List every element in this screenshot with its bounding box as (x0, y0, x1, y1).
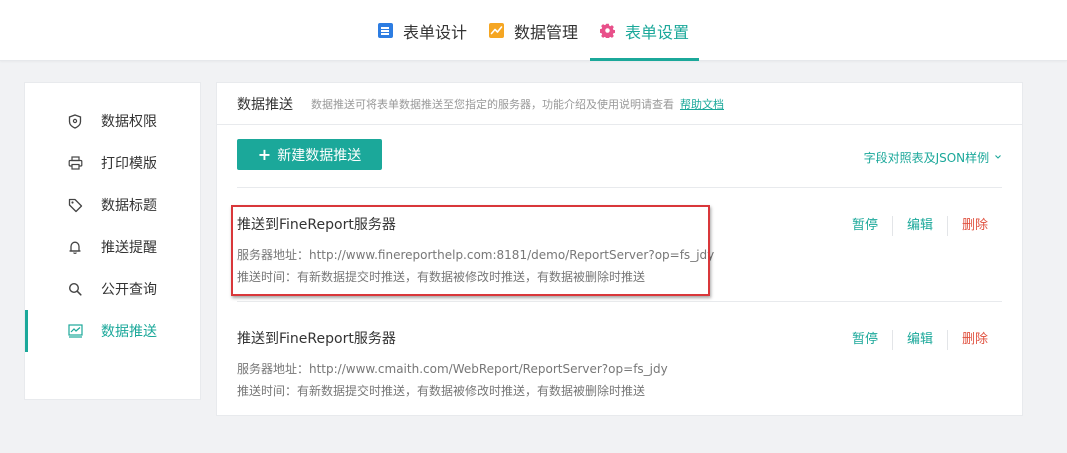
shield-icon (67, 113, 83, 129)
push-item-actions: 暂停 编辑 删除 (838, 216, 988, 236)
tab-form-settings[interactable]: 表单设置 (590, 0, 700, 61)
panel-title: 数据推送 (237, 96, 293, 113)
push-item-time: 推送时间：有新数据提交时推送，有数据被修改时推送，有数据被删除时推送 (237, 384, 646, 398)
divider (237, 187, 1002, 188)
printer-icon (67, 155, 83, 171)
field-mapping-json-sample-link[interactable]: 字段对照表及JSON样例 (864, 149, 1002, 166)
sidebar-item-data-push[interactable]: 数据推送 (25, 310, 200, 352)
tab-label: 表单设计 (402, 22, 467, 42)
sidebar-item-push-reminder[interactable]: 推送提醒 (25, 226, 200, 268)
edit-button[interactable]: 编辑 (891, 330, 947, 350)
help-doc-link[interactable]: 帮助文档 (680, 96, 724, 112)
push-item-time: 推送时间：有新数据提交时推送，有数据被修改时推送，有数据被删除时推送 (237, 270, 646, 284)
data-push-panel: 数据推送 数据推送可将表单数据推送至您指定的服务器，功能介绍及使用说明请查看 帮… (216, 82, 1023, 416)
delete-button[interactable]: 删除 (946, 216, 988, 236)
tab-data-management[interactable]: 数据管理 (479, 0, 588, 61)
sidebar-item-label: 数据标题 (101, 198, 157, 214)
pause-button[interactable]: 暂停 (838, 216, 892, 236)
settings-sidebar: 数据权限 打印模版 数据标题 推送提醒 公开查询 数据推送 (24, 82, 201, 400)
sample-link-label: 字段对照表及JSON样例 (863, 151, 990, 165)
tab-label: 表单设置 (625, 22, 690, 42)
push-item-server: 服务器地址：http://www.finereporthelp.com:8181… (237, 248, 715, 262)
chevron-down-icon (995, 155, 1001, 159)
form-design-icon (377, 23, 393, 38)
tag-icon (67, 197, 83, 213)
edit-button[interactable]: 编辑 (891, 216, 947, 236)
sidebar-item-public-query[interactable]: 公开查询 (25, 268, 200, 310)
trend-icon (67, 323, 83, 339)
bell-icon (67, 239, 83, 255)
push-item-server: 服务器地址：http://www.cmaith.com/WebReport/Re… (237, 362, 668, 376)
top-bar: 表单设计 数据管理 表单设置 (0, 0, 1067, 61)
delete-button[interactable]: 删除 (946, 330, 988, 350)
new-data-push-button[interactable]: + 新建数据推送 (237, 139, 382, 170)
push-item-title: 推送到FineReport服务器 (237, 331, 396, 347)
tab-form-design[interactable]: 表单设计 (368, 0, 477, 61)
sidebar-item-data-title[interactable]: 数据标题 (25, 184, 200, 226)
new-button-label: 新建数据推送 (277, 147, 362, 164)
panel-header: 数据推送 数据推送可将表单数据推送至您指定的服务器，功能介绍及使用说明请查看 帮… (217, 83, 1022, 125)
sidebar-item-label: 数据权限 (101, 114, 157, 130)
chart-icon (488, 23, 504, 38)
push-item-actions: 暂停 编辑 删除 (838, 330, 988, 350)
divider (237, 301, 1002, 302)
sidebar-item-data-permission[interactable]: 数据权限 (25, 100, 200, 142)
push-item-title: 推送到FineReport服务器 (237, 217, 396, 233)
pause-button[interactable]: 暂停 (838, 330, 892, 350)
sidebar-item-label: 打印模版 (101, 156, 157, 172)
top-tabs: 表单设计 数据管理 表单设置 (0, 0, 1067, 61)
tab-label: 数据管理 (513, 22, 578, 42)
sidebar-item-print-template[interactable]: 打印模版 (25, 142, 200, 184)
panel-description: 数据推送可将表单数据推送至您指定的服务器，功能介绍及使用说明请查看 (311, 97, 674, 111)
sidebar-item-label: 推送提醒 (101, 240, 157, 256)
search-icon (67, 281, 83, 297)
plus-icon: + (257, 145, 272, 164)
sidebar-item-label: 数据推送 (101, 324, 157, 340)
sidebar-item-label: 公开查询 (101, 282, 157, 298)
gear-icon (599, 23, 616, 40)
